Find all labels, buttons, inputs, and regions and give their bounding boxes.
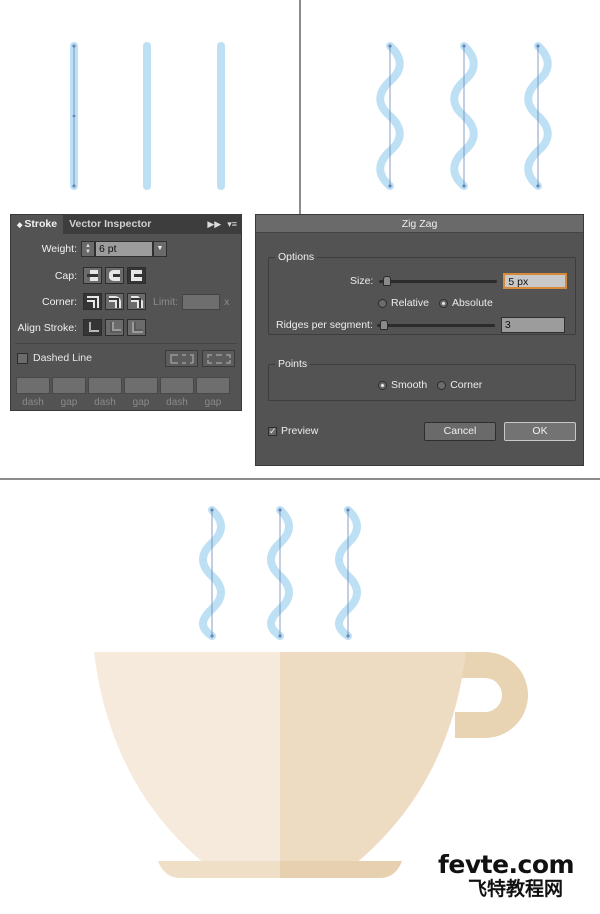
round-cap-button[interactable] — [105, 267, 124, 284]
preserve-dashes-icon — [169, 353, 194, 364]
dash-label: dash — [22, 397, 44, 408]
limit-input[interactable] — [182, 293, 221, 310]
gap-label: gap — [204, 397, 222, 408]
weight-label: Weight: — [41, 243, 77, 255]
dialog-title: Zig Zag — [256, 215, 583, 233]
smooth-label: Smooth — [391, 379, 428, 391]
preview-label: Preview — [281, 425, 319, 437]
points-group-label: Points — [275, 358, 311, 370]
dash-field[interactable] — [16, 377, 50, 394]
bevel-join-button[interactable] — [127, 293, 146, 310]
cup-handle — [455, 652, 528, 738]
dash-label: dash — [166, 397, 188, 408]
tab-stroke[interactable]: ◆ Stroke — [11, 215, 64, 234]
size-input[interactable]: 5 px — [503, 273, 568, 289]
projecting-cap-button[interactable] — [127, 267, 146, 284]
options-group-label: Options — [275, 251, 318, 263]
steam-line — [199, 506, 225, 640]
panel-divider — [15, 343, 237, 344]
zigzag-stroke — [376, 42, 404, 190]
saucer-left — [158, 861, 280, 878]
butt-cap-icon — [87, 270, 98, 281]
dashed-line-checkbox[interactable] — [17, 352, 28, 364]
absolute-label: Absolute — [451, 297, 493, 309]
dash-field[interactable] — [160, 377, 194, 394]
straight-strokes-artwork — [70, 42, 225, 190]
tutorial-canvas: ◆ Stroke Vector Inspector ▶▶ ▾≡ Weight: ▲… — [0, 0, 600, 914]
weight-input[interactable]: 6 pt — [95, 241, 153, 257]
stroke-panel: ◆ Stroke Vector Inspector ▶▶ ▾≡ Weight: ▲… — [10, 214, 242, 411]
ridges-label: Ridges per segment: — [276, 319, 373, 331]
ridges-slider-thumb[interactable] — [380, 319, 389, 330]
round-join-icon — [108, 295, 121, 308]
weight-stepper[interactable]: ▲ ▼ — [81, 241, 95, 257]
dash-gap-fields — [16, 377, 230, 394]
site-watermark: fevte.com 飞特教程网 — [438, 850, 598, 901]
align-outside-icon — [131, 321, 143, 333]
size-slider-thumb[interactable] — [382, 275, 391, 286]
cup-body-right — [280, 652, 466, 864]
relative-label: Relative — [391, 297, 429, 309]
preserve-dash-button[interactable] — [165, 350, 198, 367]
miter-join-icon — [86, 295, 99, 308]
dash-label: dash — [94, 397, 116, 408]
corner-label: Corner — [450, 379, 483, 391]
bevel-join-icon — [130, 295, 143, 308]
double-chevron-right-icon[interactable]: ▶▶ — [207, 215, 221, 234]
panel-tab-bar: ◆ Stroke Vector Inspector ▶▶ ▾≡ — [11, 215, 241, 234]
absolute-radio[interactable] — [438, 298, 448, 308]
butt-cap-button[interactable] — [83, 267, 102, 284]
align-center-button[interactable] — [83, 319, 102, 336]
ridges-slider[interactable] — [376, 319, 495, 330]
align-inside-icon — [110, 321, 121, 332]
align-center-icon — [88, 321, 99, 332]
limit-label: Limit: — [153, 295, 179, 308]
tab-vector-inspector[interactable]: Vector Inspector — [63, 215, 157, 234]
align-dash-corners-button[interactable] — [202, 350, 235, 367]
ridges-input[interactable]: 3 — [500, 317, 565, 333]
relative-radio[interactable] — [378, 298, 387, 308]
panel-menu-icon[interactable]: ▾≡ — [227, 215, 237, 234]
watermark-site-name: 飞特教程网 — [468, 878, 564, 900]
cup-body-left — [94, 652, 280, 864]
size-label: Size: — [350, 275, 374, 287]
straight-stroke — [70, 42, 78, 190]
smooth-radio[interactable] — [378, 380, 387, 390]
miter-join-button[interactable] — [83, 293, 102, 310]
steam-line — [267, 506, 293, 640]
steam-line — [335, 506, 361, 640]
zigzag-dialog: Zig Zag Options Size: 5 px Relative Abso… — [255, 214, 584, 466]
gap-field[interactable] — [196, 377, 230, 394]
watermark-domain: fevte.com — [438, 850, 575, 879]
gap-label: gap — [60, 397, 78, 408]
align-stroke-label: Align Stroke: — [17, 321, 77, 334]
projecting-cap-icon — [131, 270, 142, 281]
round-cap-icon — [109, 270, 120, 281]
align-outside-button[interactable] — [127, 319, 146, 336]
zigzag-stroke — [450, 42, 478, 190]
align-dashes-icon — [206, 353, 231, 364]
dash-gap-labels: dash gap dash gap dash gap — [16, 397, 230, 408]
zigzag-strokes-artwork — [376, 42, 552, 190]
align-inside-button[interactable] — [105, 319, 124, 336]
collapse-icon[interactable]: ◆ — [17, 222, 22, 229]
coffee-cup-artwork — [94, 506, 528, 878]
preview-checkbox[interactable]: ✓ — [268, 426, 277, 436]
weight-dropdown[interactable]: ▼ — [153, 241, 167, 257]
zigzag-stroke — [524, 42, 552, 190]
gap-field[interactable] — [52, 377, 86, 394]
corner-radio[interactable] — [437, 380, 447, 390]
corner-label: Corner: — [41, 295, 77, 308]
round-join-button[interactable] — [105, 293, 124, 310]
gap-field[interactable] — [124, 377, 158, 394]
gap-label: gap — [132, 397, 150, 408]
saucer-right — [280, 861, 402, 878]
dashed-line-label: Dashed Line — [33, 352, 92, 364]
limit-unit: x — [224, 295, 230, 308]
size-slider[interactable] — [379, 275, 498, 286]
cancel-button[interactable]: Cancel — [424, 422, 496, 441]
ok-button[interactable]: OK — [504, 422, 576, 441]
cap-label: Cap: — [54, 269, 77, 282]
dash-field[interactable] — [88, 377, 122, 394]
